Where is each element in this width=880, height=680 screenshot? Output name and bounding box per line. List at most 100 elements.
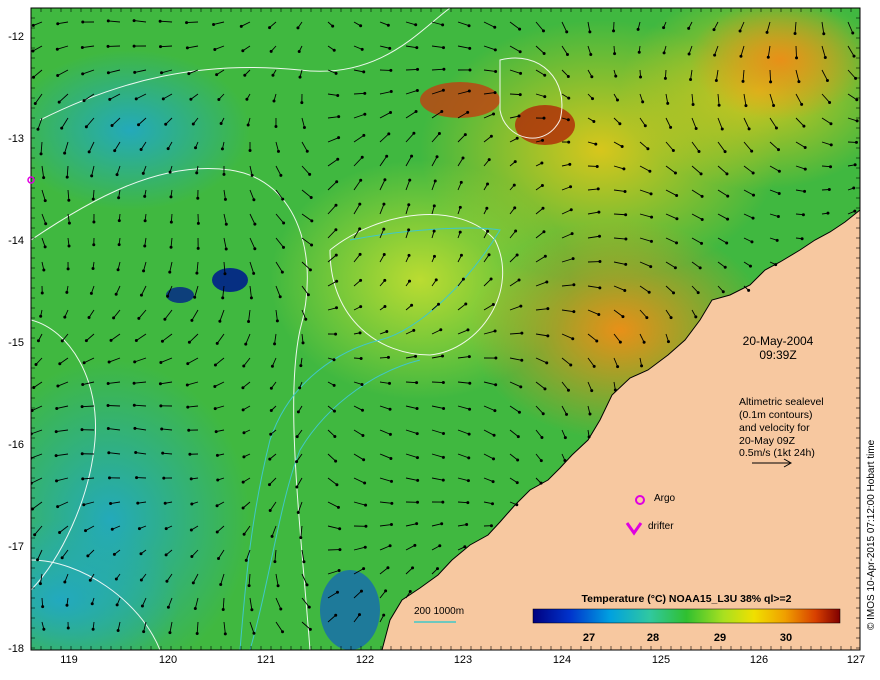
velocity-arrow-head bbox=[245, 97, 249, 101]
velocity-arrow-head bbox=[42, 627, 46, 631]
velocity-arrow-head bbox=[518, 50, 522, 54]
velocity-arrow-head bbox=[415, 522, 419, 526]
velocity-arrow-head bbox=[189, 477, 193, 481]
velocity-arrow-head bbox=[492, 457, 496, 461]
velocity-arrow-head bbox=[416, 500, 420, 504]
velocity-arrow-head bbox=[55, 406, 59, 410]
velocity-arrow-head bbox=[414, 109, 418, 113]
velocity-arrow-head bbox=[363, 91, 367, 95]
velocity-arrow-head bbox=[142, 630, 146, 634]
velocity-arrow-head bbox=[713, 53, 717, 57]
velocity-arrow-head bbox=[363, 112, 367, 116]
velocity-arrow-head bbox=[751, 216, 755, 220]
velocity-arrow bbox=[405, 68, 418, 71]
velocity-arrow-head bbox=[408, 590, 412, 594]
velocity-arrow-head bbox=[566, 388, 570, 392]
velocity-arrow-head bbox=[169, 195, 173, 199]
velocity-arrow-head bbox=[333, 434, 337, 438]
velocity-arrow-head bbox=[296, 510, 300, 514]
velocity-arrow-head bbox=[132, 44, 136, 48]
alt-line-4: 20-May 09Z bbox=[739, 435, 796, 447]
velocity-arrow-head bbox=[382, 613, 386, 617]
velocity-arrow-head bbox=[592, 364, 596, 368]
velocity-arrow-head bbox=[662, 51, 666, 55]
velocity-arrow-head bbox=[441, 500, 445, 504]
velocity-arrow-head bbox=[590, 75, 594, 79]
velocity-arrow-head bbox=[117, 243, 121, 247]
velocity-arrow-head bbox=[489, 134, 493, 138]
velocity-arrow-head bbox=[645, 316, 649, 320]
velocity-arrow-head bbox=[520, 358, 524, 362]
velocity-arrow-head bbox=[133, 426, 137, 430]
velocity-arrow-head bbox=[568, 162, 572, 166]
velocity-arrow-head bbox=[270, 534, 274, 538]
velocity-arrow-head bbox=[304, 317, 308, 321]
velocity-arrow-head bbox=[541, 29, 545, 33]
velocity-arrow-head bbox=[461, 156, 465, 160]
velocity-arrow-head bbox=[82, 503, 86, 507]
velocity-arrow-head bbox=[697, 149, 701, 153]
velocity-arrow-head bbox=[467, 355, 471, 359]
velocity-arrow-head bbox=[493, 329, 497, 333]
velocity-arrow-head bbox=[776, 148, 780, 152]
velocity-arrow-head bbox=[213, 47, 217, 51]
velocity-arrow-head bbox=[295, 485, 299, 489]
velocity-arrow-head bbox=[386, 566, 390, 570]
velocity-arrow-head bbox=[241, 408, 245, 412]
velocity-arrow-head bbox=[594, 142, 598, 146]
velocity-arrow-head bbox=[673, 171, 677, 175]
velocity-arrow-head bbox=[412, 131, 416, 135]
velocity-arrow-head bbox=[132, 19, 136, 23]
velocity-arrow-head bbox=[218, 319, 222, 323]
velocity-arrow-head bbox=[82, 99, 86, 103]
velocity-arrow-head bbox=[34, 362, 38, 366]
velocity-arrow-head bbox=[435, 155, 439, 159]
velocity-arrow-head bbox=[359, 589, 363, 593]
velocity-arrow-head bbox=[512, 183, 516, 187]
velocity-arrow-head bbox=[60, 556, 64, 560]
velocity-arrow-head bbox=[213, 407, 217, 411]
velocity-arrow-head bbox=[699, 172, 703, 176]
velocity-arrow-head bbox=[752, 193, 756, 197]
velocity-arrow-head bbox=[675, 194, 679, 198]
velocity-arrow-head bbox=[278, 295, 282, 299]
velocity-arrow-head bbox=[588, 412, 592, 416]
velocity-arrow-head bbox=[114, 577, 118, 581]
velocity-arrow-head bbox=[541, 412, 545, 416]
velocity-arrow-head bbox=[491, 303, 495, 307]
velocity-arrow-head bbox=[459, 180, 463, 184]
velocity-arrow-head bbox=[493, 409, 497, 413]
velocity-arrow-head bbox=[42, 268, 46, 272]
velocity-arrow-head bbox=[624, 237, 628, 241]
velocity-arrow-head bbox=[31, 23, 35, 27]
velocity-arrow-head bbox=[565, 30, 569, 34]
velocity-arrow-head bbox=[358, 331, 362, 335]
velocity-arrow-head bbox=[750, 240, 754, 244]
bathy-legend-label: 200 1000m bbox=[414, 606, 465, 617]
velocity-arrow-head bbox=[700, 194, 704, 198]
velocity-arrow-head bbox=[65, 603, 69, 607]
velocity-arrow-head bbox=[191, 122, 195, 126]
velocity-arrow-head bbox=[663, 76, 667, 80]
velocity-arrow-head bbox=[310, 219, 314, 223]
velocity-arrow-head bbox=[389, 90, 393, 94]
colorbar-title: Temperature (°C) NOAA15_L3U 38% ql>=2 bbox=[581, 593, 792, 605]
velocity-arrow-head bbox=[689, 77, 693, 81]
velocity-arrow-head bbox=[196, 196, 200, 200]
velocity-arrow-head bbox=[40, 291, 44, 295]
velocity-arrow-head bbox=[116, 268, 120, 272]
velocity-arrow-head bbox=[542, 230, 546, 234]
velocity-arrow-head bbox=[459, 253, 463, 257]
velocity-arrow-head bbox=[243, 73, 247, 77]
velocity-arrow-head bbox=[595, 339, 599, 343]
velocity-arrow-head bbox=[622, 167, 626, 171]
velocity-arrow-head bbox=[31, 49, 35, 53]
velocity-arrow-head bbox=[766, 55, 770, 59]
lat-tick: -16 bbox=[8, 439, 24, 451]
velocity-arrow-head bbox=[298, 386, 302, 390]
velocity-arrow-head bbox=[415, 432, 419, 436]
velocity-arrow-head bbox=[195, 271, 199, 275]
velocity-arrow-head bbox=[458, 205, 462, 209]
velocity-arrow-head bbox=[723, 150, 727, 154]
velocity-arrow-head bbox=[187, 72, 191, 76]
